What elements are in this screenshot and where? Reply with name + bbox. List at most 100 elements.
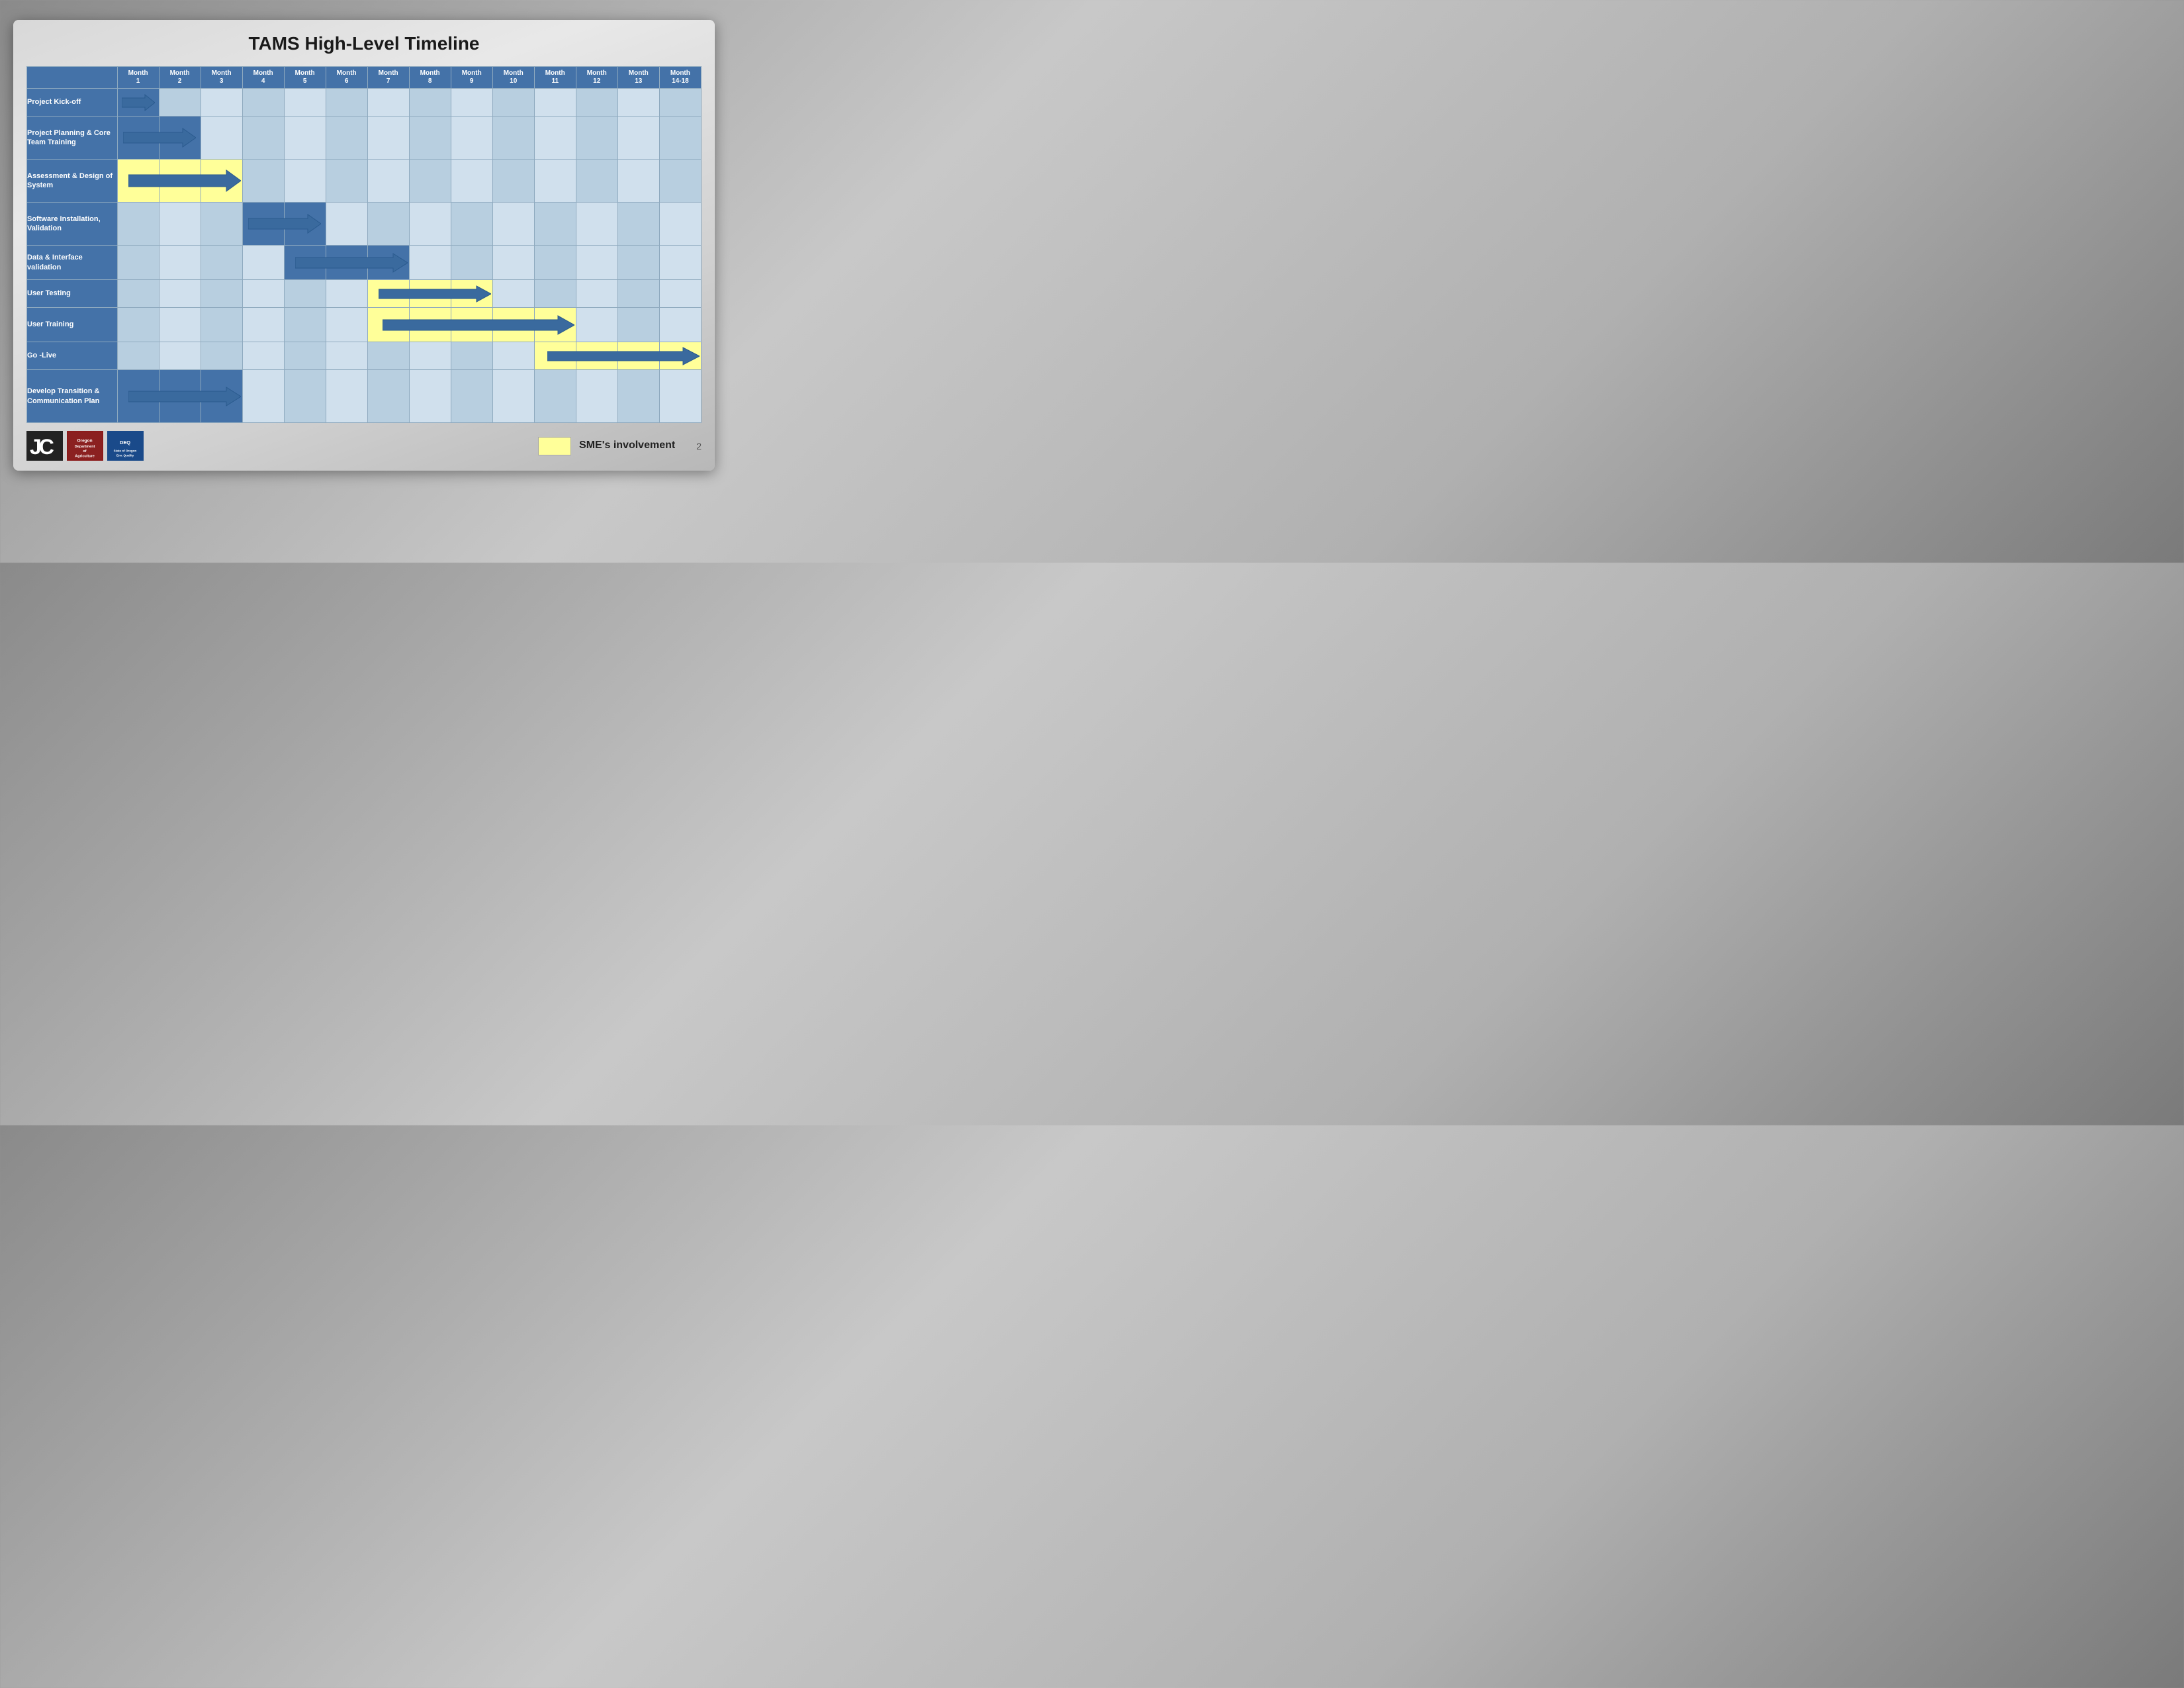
table-row: User Training [27,308,702,342]
cell-software-m10 [492,203,534,246]
header-month-10: Month10 [492,67,534,89]
header-month-4: Month4 [242,67,284,89]
cell-usertesting-m12 [576,280,617,308]
header-month-13: Month13 [617,67,659,89]
cell-assessment-m8 [409,160,451,203]
cell-assessment-m3 [201,160,242,203]
cell-golive-m2 [159,342,201,370]
cell-data-m11 [534,246,576,280]
table-row: User Testing [27,280,702,308]
cell-planning-m10 [492,117,534,160]
footer: JC Oregon Department of Agriculture DEQ [26,431,702,461]
cell-kickoff-m12 [576,89,617,117]
cell-kickoff-m13 [617,89,659,117]
cell-golive-m10 [492,342,534,370]
svg-text:State of Oregon: State of Oregon [114,449,137,452]
cell-develop-m11 [534,370,576,423]
cell-usertraining-m6 [326,308,367,342]
header-month-2: Month2 [159,67,201,89]
cell-usertesting-m3 [201,280,242,308]
cell-software-m6 [326,203,367,246]
cell-develop-m3 [201,370,242,423]
cell-planning-m11 [534,117,576,160]
cell-planning-m6 [326,117,367,160]
cell-usertraining-m13 [617,308,659,342]
cell-software-m2 [159,203,201,246]
cell-data-m7 [367,246,409,280]
legend-container: SME's involvement 2 [538,437,702,455]
cell-golive-m1 [117,342,159,370]
page-number: 2 [696,441,702,451]
table-row: Software Installation, Validation [27,203,702,246]
cell-assessment-m12 [576,160,617,203]
cell-usertesting-m2 [159,280,201,308]
cell-kickoff-m7 [367,89,409,117]
cell-assessment-m10 [492,160,534,203]
svg-text:Agriculture: Agriculture [75,455,95,459]
cell-data-m14-18 [659,246,701,280]
cell-golive-m6 [326,342,367,370]
cell-kickoff-m10 [492,89,534,117]
cell-assessment-m5 [284,160,326,203]
cell-software-m13 [617,203,659,246]
cell-kickoff-m8 [409,89,451,117]
cell-usertraining-m14-18 [659,308,701,342]
task-label-software: Software Installation, Validation [27,203,118,246]
header-month-7: Month7 [367,67,409,89]
header-row: Month1 Month2 Month3 Month4 Month5 Month… [27,67,702,89]
cell-kickoff-m3 [201,89,242,117]
logo-jc: JC [26,431,63,461]
header-month-12: Month12 [576,67,617,89]
task-label-planning: Project Planning & Core Team Training [27,117,118,160]
cell-data-m10 [492,246,534,280]
cell-develop-m9 [451,370,492,423]
cell-software-m5 [284,203,326,246]
cell-planning-m4 [242,117,284,160]
cell-planning-m9 [451,117,492,160]
cell-assessment-m14-18 [659,160,701,203]
legend-sme-box [538,437,571,455]
cell-usertesting-m4 [242,280,284,308]
cell-usertesting-m13 [617,280,659,308]
cell-develop-m4 [242,370,284,423]
cell-kickoff-m5 [284,89,326,117]
header-month-14-18: Month14-18 [659,67,701,89]
task-label-assessment: Assessment & Design of System [27,160,118,203]
cell-usertesting-m10 [492,280,534,308]
cell-usertesting-m6 [326,280,367,308]
cell-assessment-m11 [534,160,576,203]
task-label-kickoff: Project Kick-off [27,89,118,117]
svg-text:Env. Quality: Env. Quality [116,454,134,457]
cell-golive-m3 [201,342,242,370]
cell-data-m12 [576,246,617,280]
cell-data-m2 [159,246,201,280]
task-label-develop: Develop Transition & Communication Plan [27,370,118,423]
cell-planning-m7 [367,117,409,160]
task-label-usertesting: User Testing [27,280,118,308]
cell-kickoff-m6 [326,89,367,117]
cell-develop-m14-18 [659,370,701,423]
cell-kickoff-m2 [159,89,201,117]
header-month-9: Month9 [451,67,492,89]
cell-assessment-m9 [451,160,492,203]
cell-develop-m10 [492,370,534,423]
table-row: Data & Interface validation [27,246,702,280]
header-month-8: Month8 [409,67,451,89]
cell-develop-m8 [409,370,451,423]
table-row: Project Planning & Core Team Training [27,117,702,160]
cell-kickoff-m11 [534,89,576,117]
legend-label: SME's involvement [579,439,675,453]
cell-planning-m3 [201,117,242,160]
cell-golive-m14-18 [659,342,701,370]
cell-software-m8 [409,203,451,246]
cell-golive-m9 [451,342,492,370]
header-month-5: Month5 [284,67,326,89]
cell-usertraining-m5 [284,308,326,342]
cell-assessment-m13 [617,160,659,203]
cell-usertraining-m4 [242,308,284,342]
cell-usertraining-m1 [117,308,159,342]
logo-deq: DEQ State of Oregon Env. Quality [107,431,144,461]
cell-software-m11 [534,203,576,246]
cell-software-m12 [576,203,617,246]
cell-kickoff-m9 [451,89,492,117]
